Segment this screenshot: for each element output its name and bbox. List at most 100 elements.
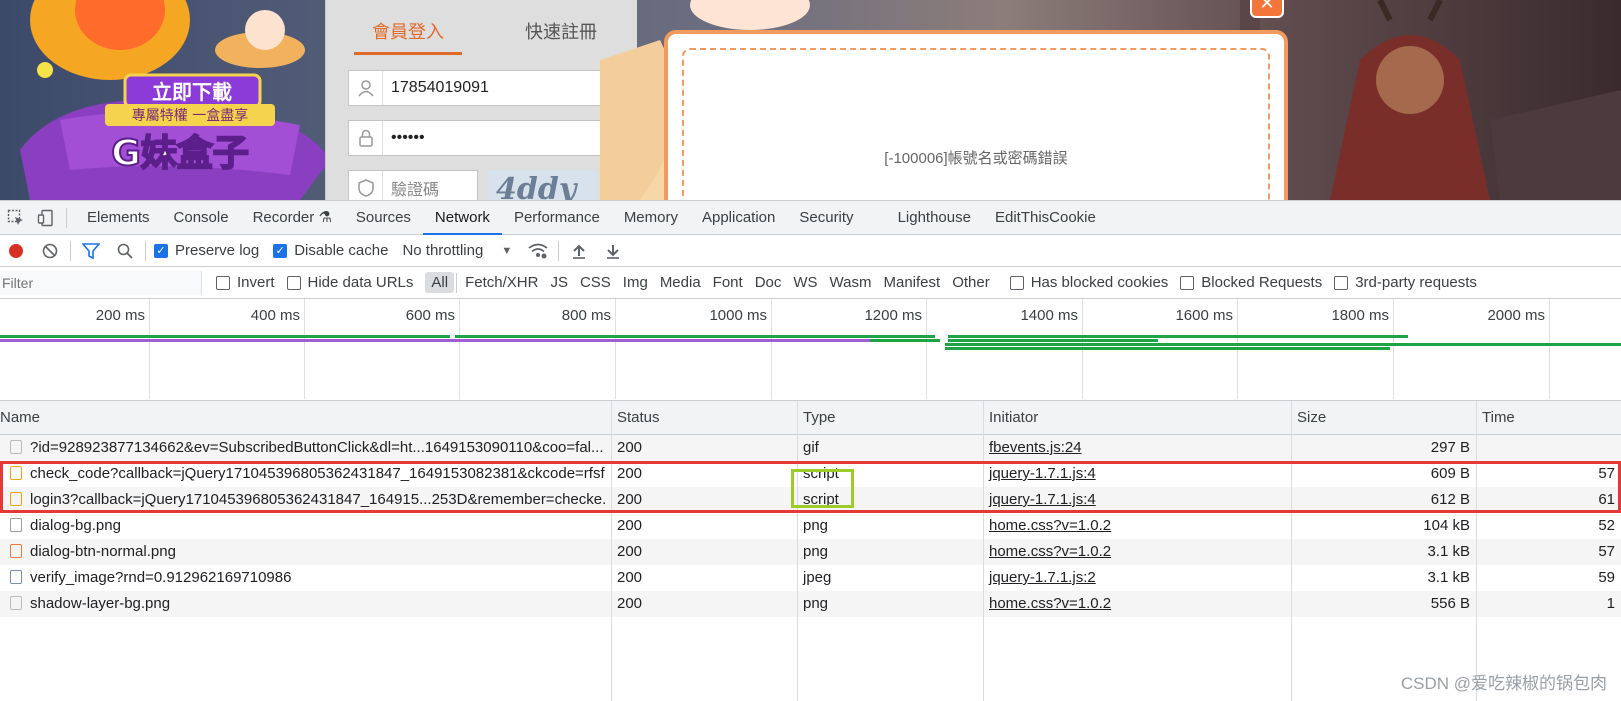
table-row[interactable]: ?id=928923877134662&ev=SubscribedButtonC…	[0, 435, 1621, 461]
search-icon[interactable]	[113, 239, 137, 263]
cell-name: ?id=928923877134662&ev=SubscribedButtonC…	[0, 435, 605, 461]
cell-initiator[interactable]: jquery-1.7.1.js:2	[983, 565, 1291, 591]
filter-type-ws[interactable]: WS	[787, 272, 823, 293]
tab-application[interactable]: Application	[690, 201, 787, 235]
game-banner-art[interactable]: 立即下載 專屬特權 一盒盡享 G妹盒子	[0, 0, 330, 200]
filter-type-manifest[interactable]: Manifest	[878, 272, 947, 293]
tab-recorder[interactable]: Recorder ⚗	[241, 201, 344, 235]
waterfall-bar	[945, 343, 1621, 346]
table-row[interactable]: shadow-layer-bg.png 200 png home.css?v=1.0.…	[0, 591, 1621, 617]
cell-initiator[interactable]: home.css?v=1.0.2	[983, 513, 1291, 539]
dialog-error-message: [-100006]帳號名或密碼錯誤	[884, 150, 1068, 167]
cell-size-text: 556 B	[1430, 595, 1470, 612]
resource-type-icon	[10, 544, 22, 558]
filter-type-css[interactable]: CSS	[574, 272, 617, 293]
table-row[interactable]: verify_image?rnd=0.912962169710986 200 jpe…	[0, 565, 1621, 591]
column-header-initiator[interactable]: Initiator	[983, 401, 1038, 435]
table-row[interactable]: dialog-btn-normal.png 200 png home.css?v=1.…	[0, 539, 1621, 565]
captcha-field[interactable]: 驗證碼	[348, 170, 478, 200]
filter-type-doc[interactable]: Doc	[749, 272, 788, 293]
tab-lighthouse[interactable]: Lighthouse	[886, 201, 983, 235]
tab-elements[interactable]: Elements	[75, 201, 162, 235]
resource-type-icon	[10, 596, 22, 610]
record-icon[interactable]	[4, 239, 28, 263]
shield-icon	[349, 171, 383, 200]
timeline-tick: 600 ms	[305, 299, 460, 399]
cell-size-text: 104 kB	[1423, 517, 1470, 534]
tab-sources[interactable]: Sources	[344, 201, 423, 235]
checkbox-checked-icon: ✓	[273, 243, 288, 258]
filter-input[interactable]	[0, 270, 202, 295]
disable-cache-checkbox[interactable]: ✓ Disable cache	[273, 242, 388, 259]
network-conditions-icon[interactable]	[526, 239, 550, 263]
device-toolbar-icon[interactable]	[34, 206, 58, 230]
filter-type-img[interactable]: Img	[617, 272, 654, 293]
filter-type-fetch-xhr[interactable]: Fetch/XHR	[459, 272, 544, 293]
blocked-cookies-checkbox[interactable]: Has blocked cookies	[1009, 274, 1168, 291]
filter-type-font[interactable]: Font	[707, 272, 749, 293]
tab-memory[interactable]: Memory	[612, 201, 690, 235]
network-timeline-overview[interactable]: 200 ms 400 ms 600 ms 800 ms 1000 ms 1200…	[0, 299, 1621, 401]
toolbar-divider	[558, 240, 560, 261]
import-har-icon[interactable]	[567, 239, 591, 263]
cell-status: 200	[611, 513, 797, 539]
dialog-close-button[interactable]: ✕	[1250, 0, 1284, 18]
third-party-checkbox[interactable]: 3rd-party requests	[1334, 274, 1477, 291]
cell-initiator[interactable]: fbevents.js:24	[983, 435, 1291, 461]
hide-data-urls-checkbox[interactable]: Hide data URLs	[286, 274, 414, 291]
cell-initiator-text[interactable]: home.css?v=1.0.2	[989, 517, 1111, 534]
cell-status: 200	[611, 539, 797, 565]
download-label: 立即下載	[152, 80, 232, 104]
filter-type-all[interactable]: All	[425, 272, 455, 293]
password-field[interactable]: ••••••	[348, 120, 613, 156]
throttling-select[interactable]: No throttling ▼	[402, 242, 512, 259]
tab-member-login[interactable]: 會員登入	[354, 18, 462, 55]
clear-icon[interactable]	[38, 239, 62, 263]
cell-time	[1476, 435, 1621, 461]
brand-logo-text: G妹盒子	[111, 133, 249, 174]
captcha-image[interactable]: 4ddy	[488, 170, 596, 200]
hide-data-urls-label: Hide data URLs	[307, 274, 414, 291]
column-header-status[interactable]: Status	[611, 401, 660, 435]
timeline-tick: 800 ms	[460, 299, 616, 399]
cell-initiator-text[interactable]: home.css?v=1.0.2	[989, 595, 1111, 612]
cell-initiator[interactable]: home.css?v=1.0.2	[983, 591, 1291, 617]
filter-icon[interactable]	[79, 239, 103, 263]
third-party-label: 3rd-party requests	[1355, 274, 1477, 291]
cell-name-text: ?id=928923877134662&ev=SubscribedButtonC…	[30, 439, 604, 456]
blocked-requests-checkbox[interactable]: Blocked Requests	[1180, 274, 1322, 291]
checkbox-unchecked-icon	[1180, 275, 1195, 290]
tab-performance[interactable]: Performance	[502, 201, 612, 235]
network-request-table: Name Status Type Initiator Size Time ?id…	[0, 401, 1621, 701]
network-filter-bar: Invert Hide data URLs All Fetch/XHR JS C…	[0, 267, 1621, 299]
table-row[interactable]: dialog-bg.png 200 png home.css?v=1.0.2 104 k…	[0, 513, 1621, 539]
filter-type-js[interactable]: JS	[544, 272, 574, 293]
export-har-icon[interactable]	[601, 239, 625, 263]
cell-status: 200	[611, 435, 797, 461]
lock-icon	[349, 121, 383, 155]
tab-security[interactable]: Security	[787, 201, 865, 235]
column-divider	[983, 401, 984, 701]
username-field[interactable]: 17854019091	[348, 70, 613, 106]
tab-network[interactable]: Network	[422, 201, 502, 235]
cell-name: dialog-btn-normal.png	[0, 539, 605, 565]
resource-type-icon	[10, 518, 22, 532]
cell-initiator-text[interactable]: fbevents.js:24	[989, 439, 1082, 456]
column-header-type[interactable]: Type	[797, 401, 836, 435]
preserve-log-checkbox[interactable]: ✓ Preserve log	[154, 242, 259, 259]
filter-type-media[interactable]: Media	[654, 272, 707, 293]
cell-type: png	[797, 539, 983, 565]
column-header-name[interactable]: Name	[0, 401, 40, 435]
column-header-time[interactable]: Time	[1476, 401, 1515, 435]
waterfall-bar	[945, 347, 1390, 350]
tab-editthiscookie[interactable]: EditThisCookie	[983, 201, 1108, 235]
filter-type-other[interactable]: Other	[946, 272, 996, 293]
tab-console[interactable]: Console	[162, 201, 241, 235]
column-header-size[interactable]: Size	[1291, 401, 1326, 435]
invert-checkbox[interactable]: Invert	[216, 274, 275, 291]
inspect-element-icon[interactable]	[4, 206, 28, 230]
cell-initiator-text[interactable]: jquery-1.7.1.js:2	[989, 569, 1096, 586]
cell-initiator-text[interactable]: home.css?v=1.0.2	[989, 543, 1111, 560]
cell-initiator[interactable]: home.css?v=1.0.2	[983, 539, 1291, 565]
filter-type-wasm[interactable]: Wasm	[824, 272, 878, 293]
